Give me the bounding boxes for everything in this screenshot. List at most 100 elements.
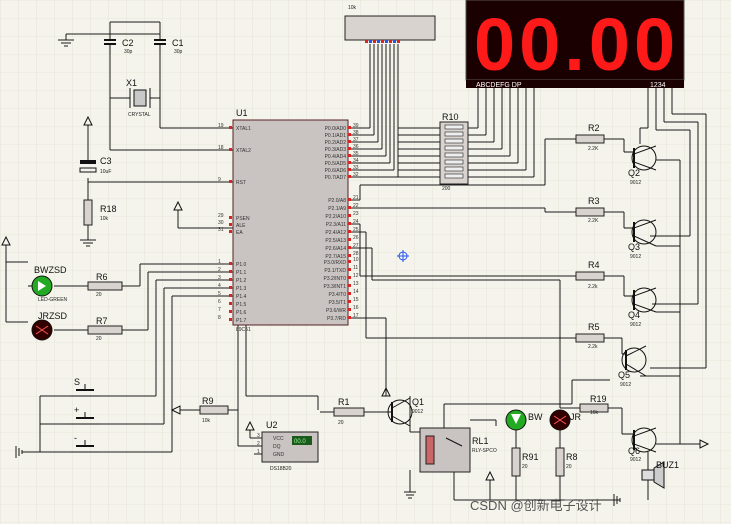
r10-ref: R10	[442, 112, 459, 122]
rl1-ref: RL1	[472, 436, 489, 446]
respack-pin	[385, 40, 388, 43]
mcu-pin-number: 31	[218, 227, 224, 233]
mcu-pin-number: 10	[353, 257, 359, 263]
mcu-pin-name: P0.5/AD5	[325, 161, 347, 167]
respack-pin	[373, 40, 376, 43]
mcu-pin-marker	[348, 308, 351, 311]
mcu-pin-marker	[229, 230, 232, 233]
r91-ref: R91	[522, 452, 539, 462]
x1-value: CRYSTAL	[128, 112, 151, 118]
mcu-pin-name: P2.2/A10	[325, 214, 346, 220]
x1-ref: X1	[126, 78, 137, 88]
r9-value: 10k	[202, 418, 211, 424]
q2-ref: Q2	[628, 168, 640, 178]
mcu-pin-number: 3	[218, 275, 221, 281]
mcu-pin-name: P1.1	[236, 270, 247, 276]
r4-value: 2.2k	[588, 284, 598, 290]
mcu-pin-number: 34	[353, 158, 359, 164]
mcu-pin-marker	[229, 223, 232, 226]
mcu-pin-number: 27	[353, 243, 359, 249]
seven-segment-display: 00.00 ABCDEFG DP 1234	[465, 0, 685, 89]
mcu-pin-name: P3.0/RXD	[324, 260, 347, 266]
mcu-pin-name: P1.2	[236, 278, 247, 284]
led1-value: LED-GREEN	[38, 297, 68, 303]
mcu-pin-number: 35	[353, 151, 359, 157]
mcu-pin-name: P1.5	[236, 302, 247, 308]
mcu-pin-marker	[229, 302, 232, 305]
sw2-ref: +	[74, 405, 79, 415]
mcu-pin-name: P0.7/AD7	[325, 175, 347, 181]
mcu-pin-marker	[348, 276, 351, 279]
mcu-pin-marker	[348, 254, 351, 257]
q3-value: 9012	[630, 254, 641, 260]
mcu-pin-number: 14	[353, 289, 359, 295]
r1-value: 20	[338, 420, 344, 426]
mcu-pin-name: P3.3/INT1	[323, 284, 346, 290]
mcu-pin-marker	[348, 214, 351, 217]
mcu-pin-name: P2.3/A11	[326, 222, 346, 228]
respack-pin	[397, 40, 400, 43]
rl1-value: RLY-SPCO	[472, 448, 497, 454]
q6-ref: Q6	[628, 446, 640, 456]
mcu-pin-name: P2.0/A8	[328, 198, 346, 204]
mcu-pin-marker	[348, 154, 351, 157]
mcu-pin-number: 8	[218, 315, 221, 321]
sw3-ref: -	[74, 433, 77, 443]
jr-ref: JR	[570, 412, 582, 422]
mcu-pin-number: 30	[218, 220, 224, 226]
mcu-pin-marker	[348, 246, 351, 249]
mcu-pin-marker	[348, 168, 351, 171]
mcu-pin-name: RST	[236, 180, 246, 186]
schematic-canvas: C2 30p C1 30p X1 CRYSTAL C3 10uF R18 10k…	[0, 0, 731, 524]
mcu-pin-name: PSEN	[236, 216, 250, 222]
mcu-ref: U1	[236, 108, 248, 118]
c1-value: 30p	[174, 49, 183, 55]
mcu-pin-number: 11	[353, 265, 358, 271]
display-digit-labels: 1234	[650, 82, 666, 89]
mcu-pin-name: XTAL1	[236, 126, 251, 132]
mcu-pin-marker	[348, 147, 351, 150]
mcu-pin-number: 21	[353, 195, 359, 201]
mcu-pin-name: P0.3/AD3	[325, 147, 347, 153]
mcu-pin-name: P3.5/T1	[328, 300, 346, 306]
r1-ref: R1	[338, 397, 350, 407]
r7-value: 20	[96, 336, 102, 342]
r10-element	[444, 124, 464, 130]
mcu-pin-name: P2.4/A12	[325, 230, 346, 236]
r3-ref: R3	[588, 196, 600, 206]
mcu-part: 89C51	[236, 327, 251, 333]
mcu-pin-number: 29	[218, 213, 224, 219]
r10-element	[444, 152, 464, 158]
mcu-pin-name: P3.2/INT0	[323, 276, 346, 282]
mcu-pin-number: 15	[353, 297, 359, 303]
mcu-pin-name: P0.1/AD1	[325, 133, 347, 139]
mcu-pin-marker	[229, 126, 232, 129]
mcu-pin-name: P0.6/AD6	[325, 168, 347, 174]
mcu-pin-marker	[348, 300, 351, 303]
mcu-pin-number: 12	[353, 273, 359, 279]
mcu-pin-marker	[348, 316, 351, 319]
mcu-pin-name: P2.6/A14	[325, 246, 346, 252]
r4-ref: R4	[588, 260, 600, 270]
mcu-pin-marker	[348, 126, 351, 129]
r3-value: 2.2K	[588, 218, 599, 224]
mcu-pin-marker	[348, 292, 351, 295]
r19-ref: R19	[590, 394, 607, 404]
mcu-pin-name: EA	[236, 230, 243, 236]
r18-body	[83, 199, 93, 226]
buz-ref: BUZ1	[656, 460, 679, 470]
r10-element	[444, 131, 464, 137]
resistor-array-r10: R10 200	[439, 112, 469, 192]
mcu-pin-marker	[348, 284, 351, 287]
mcu-pin-number: 7	[218, 307, 221, 313]
mcu-pin-name: P3.4/T0	[328, 292, 346, 298]
mcu-pin-marker	[348, 206, 351, 209]
mcu-pin-marker	[229, 180, 232, 183]
mcu-pin-name: P3.7/RD	[327, 316, 346, 322]
r19-value: 10k	[590, 410, 599, 416]
mcu-pin-number: 4	[218, 283, 221, 289]
mcu-pin-name: P2.5/A13	[325, 238, 346, 244]
u2-pin-name: VCC	[273, 436, 284, 442]
mcu-pin-marker	[348, 238, 351, 241]
mcu-pin-name: ALE	[236, 223, 246, 229]
